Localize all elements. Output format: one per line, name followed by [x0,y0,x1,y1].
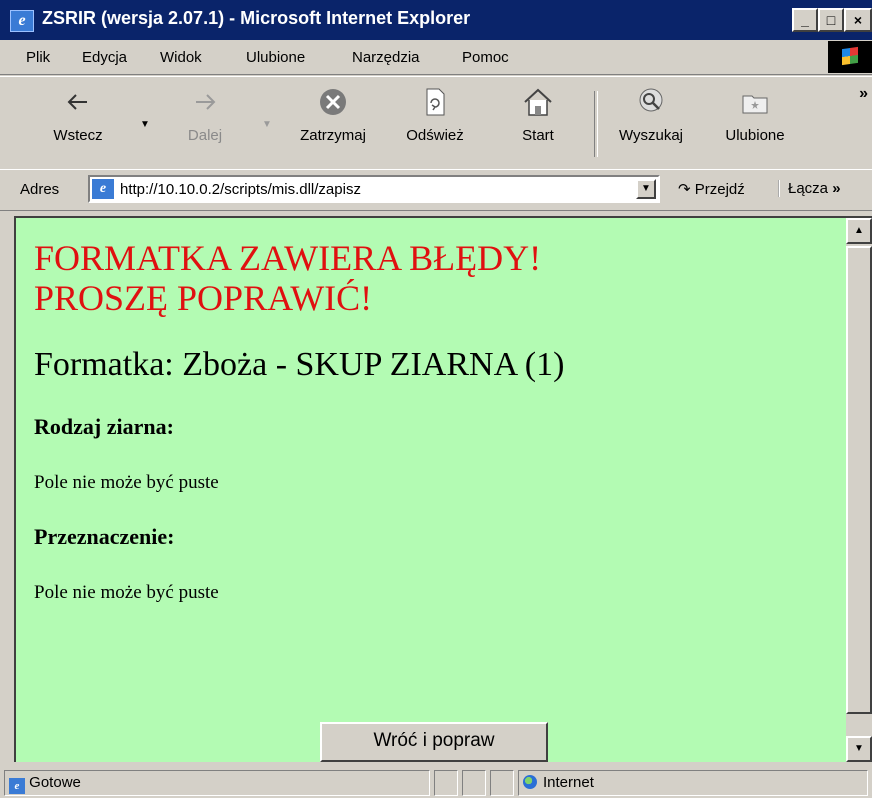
maximize-button[interactable]: □ [818,8,844,32]
globe-icon [523,775,537,789]
toolbar-separator [594,91,598,157]
error-heading: FORMATKA ZAWIERA BŁĘDY! PROSZĘ POPRAWIĆ! [34,238,846,318]
back-label: Wstecz [53,127,103,144]
address-input[interactable]: e http://10.10.0.2/scripts/mis.dll/zapis… [88,175,660,203]
stop-button[interactable]: Zatrzymaj [290,85,376,165]
go-label: Przejdź [694,181,745,198]
address-bar: Adres e http://10.10.0.2/scripts/mis.dll… [0,169,872,211]
status-text: Gotowe [29,774,81,791]
back-dropdown-icon[interactable]: ▼ [140,119,150,130]
ie-icon: e [10,10,34,32]
back-button[interactable]: Wstecz [36,85,120,165]
windows-logo-icon [828,41,872,73]
home-label: Start [522,127,554,144]
forward-button[interactable]: Dalej [170,85,240,165]
menu-edycja[interactable]: Edycja [82,49,127,66]
page-icon: e [92,179,114,199]
error-line-2: PROSZĘ POPRAWIĆ! [34,278,373,318]
zone-cell: Internet [518,770,868,796]
window-title: ZSRIR (wersja 2.07.1) - Microsoft Intern… [42,8,471,28]
favorites-folder-icon [742,95,768,114]
status-bar: e Gotowe Internet [0,766,872,798]
menu-widok[interactable]: Widok [160,49,202,66]
forward-label: Dalej [187,127,223,144]
page-viewport: FORMATKA ZAWIERA BŁĘDY! PROSZĘ POPRAWIĆ! … [14,216,846,762]
field-label-przeznaczenie: Przeznaczenie: [34,524,175,549]
status-cell-empty-3 [490,770,514,796]
address-label: Adres [20,181,60,198]
back-and-fix-button[interactable]: Wróć i popraw [320,722,548,762]
favorites-button[interactable]: Ulubione [712,85,798,165]
links-toolbar[interactable]: Łącza » [778,180,841,197]
links-label: Łącza [788,180,829,197]
refresh-icon [426,88,445,116]
zone-text: Internet [543,774,594,791]
vertical-scrollbar[interactable]: ▲ ▼ [846,216,872,762]
minimize-button[interactable]: _ [792,8,818,32]
scroll-down-icon[interactable]: ▼ [846,736,872,762]
standard-toolbar: Wstecz ▼ Dalej ▼ Zatrzymaj Odśwież Start… [0,76,872,170]
refresh-button[interactable]: Odśwież [396,85,474,165]
page-content: FORMATKA ZAWIERA BŁĘDY! PROSZĘ POPRAWIĆ! … [16,218,846,604]
refresh-label: Odśwież [406,127,464,144]
status-cell-empty-2 [462,770,486,796]
scroll-up-icon[interactable]: ▲ [846,218,872,244]
field-error-przeznaczenie: Pole nie może być puste [34,582,219,603]
links-chevron-icon[interactable]: » [832,180,840,197]
toolbar-more-chevron-icon[interactable]: » [859,85,868,103]
menu-bar: Plik Edycja Widok Ulubione Narzędzia Pom… [0,40,872,75]
stop-label: Zatrzymaj [300,127,366,144]
error-line-1: FORMATKA ZAWIERA BŁĘDY! [34,238,542,278]
menu-plik[interactable]: Plik [26,49,50,66]
field-error-rodzaj-ziarna: Pole nie może być puste [34,472,219,493]
address-url[interactable]: http://10.10.0.2/scripts/mis.dll/zapisz [120,181,361,198]
home-icon [524,88,552,116]
menu-narzedzia[interactable]: Narzędzia [352,49,420,66]
title-bar: e ZSRIR (wersja 2.07.1) - Microsoft Inte… [0,0,872,40]
forward-dropdown-icon[interactable]: ▼ [262,119,272,130]
search-button[interactable]: Wyszukaj [608,85,694,165]
field-label-rodzaj-ziarna: Rodzaj ziarna: [34,414,174,439]
go-button[interactable]: ↷ Przejdź [678,180,745,198]
menu-pomoc[interactable]: Pomoc [462,49,509,66]
search-label: Wyszukaj [618,127,684,144]
go-arrow-icon: ↷ [678,181,691,198]
scroll-thumb[interactable] [846,246,872,714]
favorites-label: Ulubione [725,127,785,144]
form-title: Formatka: Zboża - SKUP ZIARNA (1) [34,346,565,383]
address-dropdown-icon[interactable]: ▼ [636,179,656,199]
menu-ulubione[interactable]: Ulubione [246,49,305,66]
status-cell-empty-1 [434,770,458,796]
page-status-icon: e [9,778,25,794]
home-button[interactable]: Start [506,85,570,165]
search-icon [639,88,663,112]
forward-arrow-icon [196,94,216,110]
status-text-cell: e Gotowe [4,770,430,796]
close-button[interactable]: × [844,8,872,32]
back-arrow-icon [67,94,87,110]
stop-icon [320,89,346,115]
